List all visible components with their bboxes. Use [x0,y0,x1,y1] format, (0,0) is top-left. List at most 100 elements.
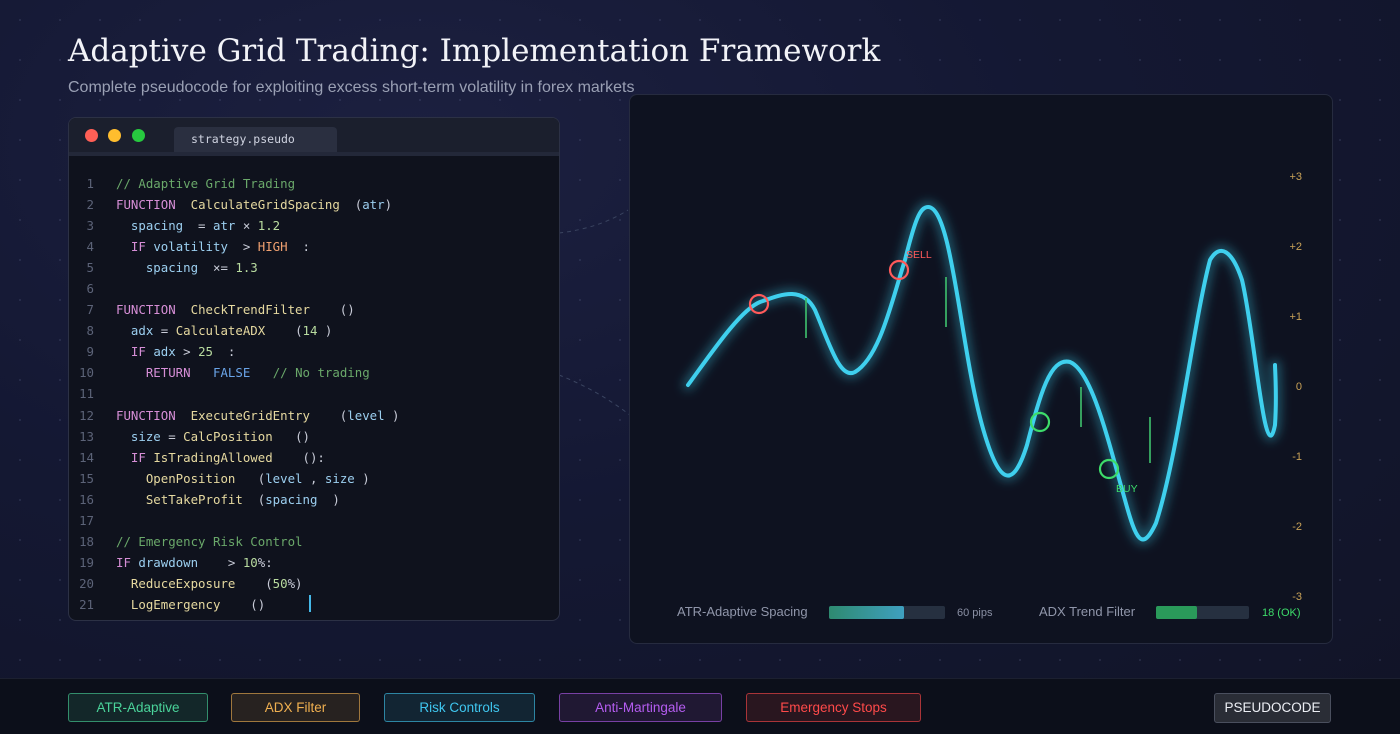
line-number: 10 [79,365,94,381]
code-token: IF [130,239,146,255]
line-number: 8 [86,323,94,339]
code-token: ) [384,197,393,213]
code-token: > [175,344,199,360]
code-line: 3 spacing = atr × 1.2 [69,215,559,236]
editor-titlebar: strategy.pseudo [69,118,559,156]
price-wave-chart: SELL BUY [682,201,1282,545]
code-token: SetTakeProfit [145,491,243,507]
code-token: volatility [153,239,228,255]
line-number: 3 [86,218,94,234]
code-text: IF volatility > HIGH : [116,236,310,257]
price-curve [686,204,1278,542]
code-line: 4 IF volatility > HIGH : [69,236,559,257]
code-text: OpenPosition (level , size ) [116,468,370,489]
line-number: 9 [86,344,94,360]
code-token: %) [287,575,303,591]
legend-chip[interactable]: ATR-Adaptive [68,693,208,722]
code-line: 16 SetTakeProfit (spacing ) [69,489,559,510]
code-token: 1.3 [235,260,258,276]
code-token: ( [235,470,266,486]
pseudocode-button[interactable]: PSEUDOCODE [1214,693,1331,723]
editor-file-tab[interactable]: strategy.pseudo [174,127,337,152]
minimize-dot-icon[interactable] [108,129,121,142]
maximize-dot-icon[interactable] [132,129,145,142]
y-tick-label: -2 [1292,521,1302,533]
line-number: 17 [79,512,94,528]
code-text: IF drawdown > 10%: [116,552,273,573]
code-token: ) [317,491,340,507]
close-dot-icon[interactable] [85,129,98,142]
code-token: FUNCTION [116,197,176,213]
code-text: FUNCTION CheckTrendFilter () [116,299,355,320]
code-text: // Adaptive Grid Trading [116,173,295,194]
footer-bar: ATR-Adaptive ADX Filter Risk Controls Anti-… [0,678,1400,734]
code-token: ( [309,407,348,423]
legend-chip[interactable]: Emergency Stops [746,693,921,722]
code-line: 21 LogEmergency () [69,594,559,615]
code-token: atr [212,218,236,234]
code-token: drawdown [138,554,199,570]
code-text: spacing ×= 1.3 [116,257,258,278]
code-token: = [183,218,213,234]
code-token: 25 [198,344,214,360]
code-token: (): [272,449,325,465]
code-text: LogEmergency () [116,594,265,615]
code-token: > [227,239,258,255]
code-token: ReduceExposure [130,575,236,591]
code-token: × [235,218,258,234]
code-token: level [265,470,303,486]
code-line: 8 adx = CalculateADX (14 ) [69,320,559,341]
code-token: 14 [302,323,318,339]
code-token: FUNCTION [116,302,176,318]
code-token: 1.2 [257,218,281,234]
line-number: 13 [79,428,94,444]
code-text: // Emergency Risk Control [116,531,303,552]
code-token: () [272,428,310,444]
legend-chip[interactable]: Anti-Martingale [559,693,722,722]
atr-stat-value: 60 pips [957,607,993,619]
line-number: 19 [79,554,94,570]
line-number: 15 [79,470,94,486]
adx-stat-value: 18 (OK) [1262,607,1301,619]
line-number: 20 [79,575,94,591]
code-token: = [160,428,184,444]
code-token: // Adaptive Grid Trading [116,176,296,191]
code-token: 10 [242,554,258,570]
code-line: 12 FUNCTION ExecuteGridEntry (level ) [69,405,559,426]
legend-chip[interactable]: Risk Controls [384,693,535,722]
code-token: ( [242,491,266,507]
code-token: // Emergency Risk Control [116,533,303,549]
code-token: size [130,428,161,444]
code-token: adx [153,344,176,360]
code-token: LogEmergency [130,596,221,612]
line-number: 4 [86,239,94,255]
code-text: RETURN FALSE // No trading [116,362,370,383]
code-line: 13 size = CalcPosition () [69,426,559,447]
code-text: spacing = atr × 1.2 [116,215,280,236]
line-number: 18 [79,533,94,549]
legend-chip[interactable]: ADX Filter [231,693,360,722]
code-token: CalculateADX [175,323,266,339]
atr-stat-label: ATR-Adaptive Spacing [677,604,808,619]
code-token: IF [130,344,146,360]
y-tick-label: +3 [1289,171,1302,183]
line-number: 2 [86,197,94,213]
code-token: : [287,239,310,255]
y-tick-label: +1 [1289,311,1302,323]
code-token: OpenPosition [145,470,236,486]
code-body[interactable]: 1 // Adaptive Grid Trading 2 FUNCTION Calcu… [69,173,559,615]
code-token: FUNCTION [116,407,176,423]
code-token: FALSE [213,365,251,381]
atr-progress-fill [829,606,905,619]
code-line: 15 OpenPosition (level , size ) [69,468,559,489]
y-tick-label: -3 [1292,591,1302,603]
code-token: > [198,554,243,570]
